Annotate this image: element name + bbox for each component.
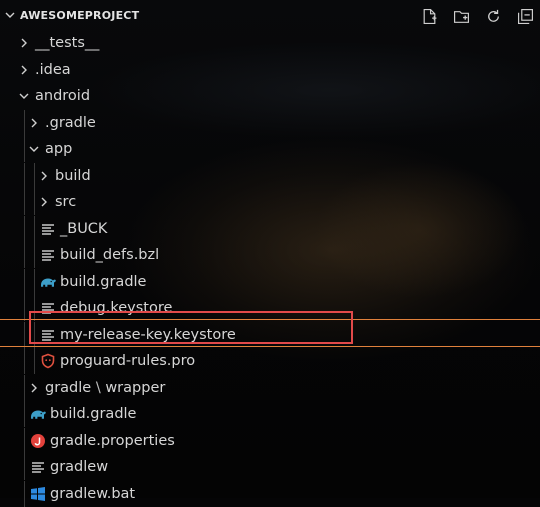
tree-item-label: __tests__ [35, 35, 100, 51]
gradle-elephant-icon [31, 410, 46, 419]
indent-guide [24, 454, 25, 480]
chevron-right-icon[interactable] [18, 64, 30, 76]
collapse-all-icon[interactable] [516, 7, 534, 25]
tree-item-label: .idea [35, 61, 71, 78]
tree-item-label: build.gradle [60, 273, 147, 290]
tree-item-label: gradlew [50, 459, 109, 475]
refresh-icon[interactable] [484, 7, 502, 25]
indent-guide [24, 401, 25, 427]
text-file-icon [42, 250, 54, 261]
new-file-icon[interactable] [420, 7, 438, 25]
indent-guide [34, 215, 35, 242]
tree-item-label: proguard-rules.pro [60, 353, 196, 369]
text-file-icon [42, 223, 54, 235]
indent-guide [34, 189, 35, 215]
compact-folder-suffix[interactable]: wrapper [105, 380, 165, 396]
tree-item-label: android [35, 88, 91, 104]
indent-guide [24, 189, 25, 215]
tree-folder-idea[interactable]: .idea [0, 57, 540, 83]
tree-item-label: _BUCK [60, 220, 108, 237]
new-folder-icon[interactable] [452, 7, 470, 25]
indent-guide [24, 374, 25, 401]
compact-folder-separator: \ [91, 379, 106, 396]
tree-item-label: gradle \ wrapper [45, 379, 166, 396]
indent-guide [24, 480, 25, 507]
chevron-right-icon[interactable] [28, 117, 40, 129]
tree-item-label: build.gradle [50, 406, 137, 422]
indent-guide [24, 109, 25, 136]
tree-file-gradlew-bat[interactable]: gradlew.bat [0, 480, 540, 507]
indent-guide [24, 136, 25, 162]
tree-folder-gradle[interactable]: gradle \ wrapper [0, 374, 540, 401]
indent-guide [24, 215, 25, 242]
tree-file-gradle-properties[interactable]: gradle.properties [0, 427, 540, 454]
tree-item-label: gradle.properties [50, 432, 175, 449]
indent-guide [24, 427, 25, 454]
indent-guide [34, 348, 35, 374]
tree-file-build-gradle[interactable]: build.gradle [0, 401, 540, 427]
tree-file-proguard-rules-pro[interactable]: proguard-rules.pro [0, 348, 540, 374]
gradle-elephant-icon [41, 278, 56, 287]
tree-folder-src[interactable]: src [0, 189, 540, 215]
indent-guide [24, 295, 25, 321]
windows-icon [31, 486, 45, 501]
tree-item-label: app [45, 141, 73, 157]
tree-folder-android[interactable]: android [0, 83, 540, 109]
tree-file-build-gradle[interactable]: build.gradle [0, 268, 540, 295]
chevron-down-icon[interactable] [4, 9, 16, 21]
tree-folder-build[interactable]: build [0, 162, 540, 189]
indent-guide [24, 242, 25, 268]
proguard-icon [41, 353, 55, 369]
guide-line-bottom [0, 346, 540, 347]
chevron-right-icon[interactable] [18, 37, 30, 49]
java-properties-icon [31, 433, 45, 448]
tree-folder-tests[interactable]: __tests__ [0, 30, 540, 56]
indent-guide [34, 242, 35, 268]
explorer-header: AWESOMEPROJECT [0, 0, 540, 32]
tree-item-label: src [55, 194, 77, 210]
chevron-right-icon[interactable] [38, 170, 50, 182]
chevron-down-icon[interactable] [18, 90, 30, 102]
project-title[interactable]: AWESOMEPROJECT [20, 9, 139, 22]
indent-guide [24, 162, 25, 189]
tree-file-build-defs-bzl[interactable]: build_defs.bzl [0, 242, 540, 268]
chevron-right-icon[interactable] [28, 382, 40, 394]
tree-item-label: .gradle [45, 114, 96, 131]
tree-file-gradlew[interactable]: gradlew [0, 454, 540, 480]
explorer-actions [420, 7, 534, 25]
chevron-right-icon[interactable] [38, 196, 50, 208]
tree-folder-gradle[interactable]: .gradle [0, 109, 540, 136]
text-file-icon [32, 462, 44, 473]
indent-guide [34, 268, 35, 295]
indent-guide [24, 348, 25, 374]
tree-item-label: gradlew.bat [50, 485, 136, 502]
tree-item-label: build_defs.bzl [60, 247, 160, 263]
indent-guide [34, 162, 35, 189]
indent-guide [24, 268, 25, 295]
tree-file-buck[interactable]: _BUCK [0, 215, 540, 242]
indent-guide [24, 321, 25, 348]
tree-folder-app[interactable]: app [0, 136, 540, 162]
tree-item-label: build [55, 167, 91, 184]
chevron-down-icon[interactable] [28, 143, 40, 155]
highlight-box [29, 311, 353, 344]
